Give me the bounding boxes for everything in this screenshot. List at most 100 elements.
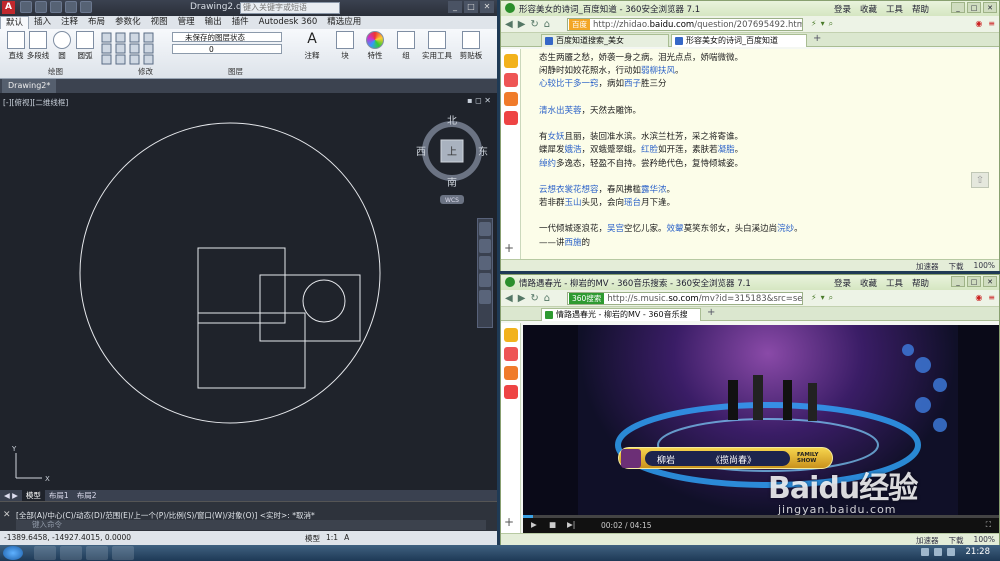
forward-icon[interactable]: ▶	[518, 19, 526, 30]
next-icon[interactable]: ▶|	[567, 520, 575, 529]
taskbar-app-other[interactable]	[112, 546, 134, 560]
menu-favorites[interactable]: 收藏	[860, 3, 877, 15]
poem-link[interactable]: 西子	[624, 79, 641, 89]
shop-icon[interactable]	[503, 385, 518, 399]
taskbar-app-explorer[interactable]	[86, 546, 108, 560]
ime-icon[interactable]	[947, 548, 955, 556]
tab-poem[interactable]: 形容美女的诗词_百度知道	[671, 34, 807, 47]
accelerator-button[interactable]: 加速器	[916, 261, 939, 272]
ribbon-tab[interactable]: 视图	[146, 16, 173, 29]
layout-nav-arrows[interactable]: ◀ ▶	[0, 490, 22, 501]
poem-link[interactable]: 绰约	[539, 159, 556, 169]
menu-help[interactable]: 帮助	[912, 3, 929, 15]
minimize-button[interactable]: _	[951, 276, 965, 287]
search-input[interactable]: 键入关键字或短语	[240, 2, 340, 14]
menu-icon[interactable]: ≡	[988, 293, 995, 302]
poem-link[interactable]: 玉山	[565, 198, 582, 208]
refresh-icon[interactable]: ↻	[530, 293, 538, 304]
draw-panel-label[interactable]: 绘图	[48, 66, 63, 77]
close-button[interactable]: ✕	[983, 2, 997, 13]
taskbar-app-autocad[interactable]	[34, 546, 56, 560]
tab-music-mv[interactable]: 情路遇春光 - 柳岩的MV - 360音乐搜	[541, 308, 701, 321]
weibo-icon[interactable]: ◉	[975, 19, 982, 28]
lightning-icon[interactable]: ⚡	[811, 293, 817, 303]
poem-link[interactable]: 女妖	[548, 132, 565, 142]
search-icon[interactable]: ⌕	[829, 293, 833, 303]
ribbon-tab[interactable]: 管理	[173, 16, 200, 29]
poem-link[interactable]: 弱柳扶风	[641, 66, 675, 76]
poem-link[interactable]: 云想衣裳花想容	[539, 185, 599, 195]
mail-icon[interactable]	[503, 92, 518, 106]
url-input[interactable]: 百度 http://zhidao.baidu.com/question/20769…	[567, 18, 803, 31]
poem-link[interactable]: 浣纱	[777, 224, 794, 234]
new-tab-button[interactable]: +	[707, 307, 715, 318]
menu-login[interactable]: 登录	[834, 277, 851, 289]
open-icon[interactable]	[35, 1, 47, 13]
steeringwheel-icon[interactable]	[479, 222, 491, 236]
taskbar-app-browser[interactable]	[60, 546, 82, 560]
layout-tab[interactable]: 模型	[21, 490, 45, 501]
minimize-button[interactable]: _	[448, 1, 462, 13]
viewcube-top[interactable]: 上	[447, 146, 457, 158]
menu-tools[interactable]: 工具	[886, 277, 903, 289]
back-icon[interactable]: ◀	[505, 293, 513, 304]
clipboard-tool[interactable]: 剪贴板	[455, 31, 487, 61]
weibo-icon[interactable]	[503, 347, 518, 361]
group-tool[interactable]: 组	[392, 31, 420, 61]
refresh-icon[interactable]: ↻	[530, 19, 538, 30]
layer-dropdown[interactable]: 0	[172, 44, 282, 54]
viewcube-south[interactable]: 南	[447, 176, 457, 189]
ribbon-tab[interactable]: 输出	[200, 16, 227, 29]
add-icon[interactable]: +	[504, 241, 514, 255]
tab-baidu-search[interactable]: 百度知道搜索_美女	[541, 34, 669, 47]
layout-tab[interactable]: 布局2	[73, 490, 101, 501]
star-icon[interactable]	[503, 54, 518, 68]
utilities-tool[interactable]: 实用工具	[420, 31, 454, 61]
poem-link[interactable]: 露华浓	[641, 185, 667, 195]
video-player[interactable]: 柳岩 《揽尚春》 FAMILY SHOW	[523, 325, 999, 515]
home-icon[interactable]: ⌂	[544, 19, 550, 30]
new-tab-button[interactable]: +	[813, 33, 821, 44]
redo-icon[interactable]	[80, 1, 92, 13]
mail-icon[interactable]	[503, 366, 518, 380]
search-icon[interactable]: ⌕	[829, 19, 833, 29]
drawing-canvas[interactable]: [-][俯视][二维线框] ▪ ◻ ✕ 北 南 东 西 上 WCS Y X	[0, 93, 497, 490]
autocad-logo[interactable]: A	[2, 1, 15, 14]
start-button[interactable]	[3, 546, 23, 560]
poem-link[interactable]: 吴宫	[607, 224, 624, 234]
command-input[interactable]: 键入命令	[16, 520, 486, 530]
menu-icon[interactable]: ≡	[988, 19, 995, 28]
maximize-button[interactable]: □	[967, 276, 981, 287]
save-icon[interactable]	[50, 1, 62, 13]
poem-link[interactable]: 凝脂	[718, 145, 735, 155]
minimize-button[interactable]: _	[951, 2, 965, 13]
new-icon[interactable]	[20, 1, 32, 13]
zoom-level[interactable]: 100%	[974, 261, 995, 272]
menu-tools[interactable]: 工具	[886, 3, 903, 15]
orbit-icon[interactable]	[479, 273, 491, 287]
maximize-button[interactable]: □	[967, 2, 981, 13]
download-button[interactable]: 下载	[949, 261, 964, 272]
poem-link[interactable]: 红脸	[641, 145, 658, 155]
close-icon[interactable]: ✕	[3, 510, 11, 520]
star-icon[interactable]	[503, 328, 518, 342]
close-button[interactable]: ✕	[983, 276, 997, 287]
ribbon-tab[interactable]: 布局	[83, 16, 110, 29]
shop-icon[interactable]	[503, 111, 518, 125]
menu-help[interactable]: 帮助	[912, 277, 929, 289]
poem-link[interactable]: 娥浩	[565, 145, 582, 155]
ribbon-tab[interactable]: 注释	[56, 16, 83, 29]
clock[interactable]: 21:28	[966, 547, 991, 557]
properties-tool[interactable]: 特性	[360, 31, 390, 61]
home-icon[interactable]: ⌂	[544, 293, 550, 304]
pan-icon[interactable]	[479, 239, 491, 253]
showmotion-icon[interactable]	[479, 290, 491, 304]
viewcube-north[interactable]: 北	[447, 115, 457, 127]
poem-link[interactable]: 效颦	[667, 224, 684, 234]
poem-link[interactable]: 心较比干多一窍	[539, 79, 599, 89]
dropdown-icon[interactable]: ▾	[821, 293, 825, 303]
modify-panel-label[interactable]: 修改	[138, 66, 153, 77]
viewcube-east[interactable]: 东	[478, 145, 488, 158]
layout-tab[interactable]: 布局1	[45, 490, 73, 501]
wcs-button[interactable]: WCS	[445, 197, 459, 204]
